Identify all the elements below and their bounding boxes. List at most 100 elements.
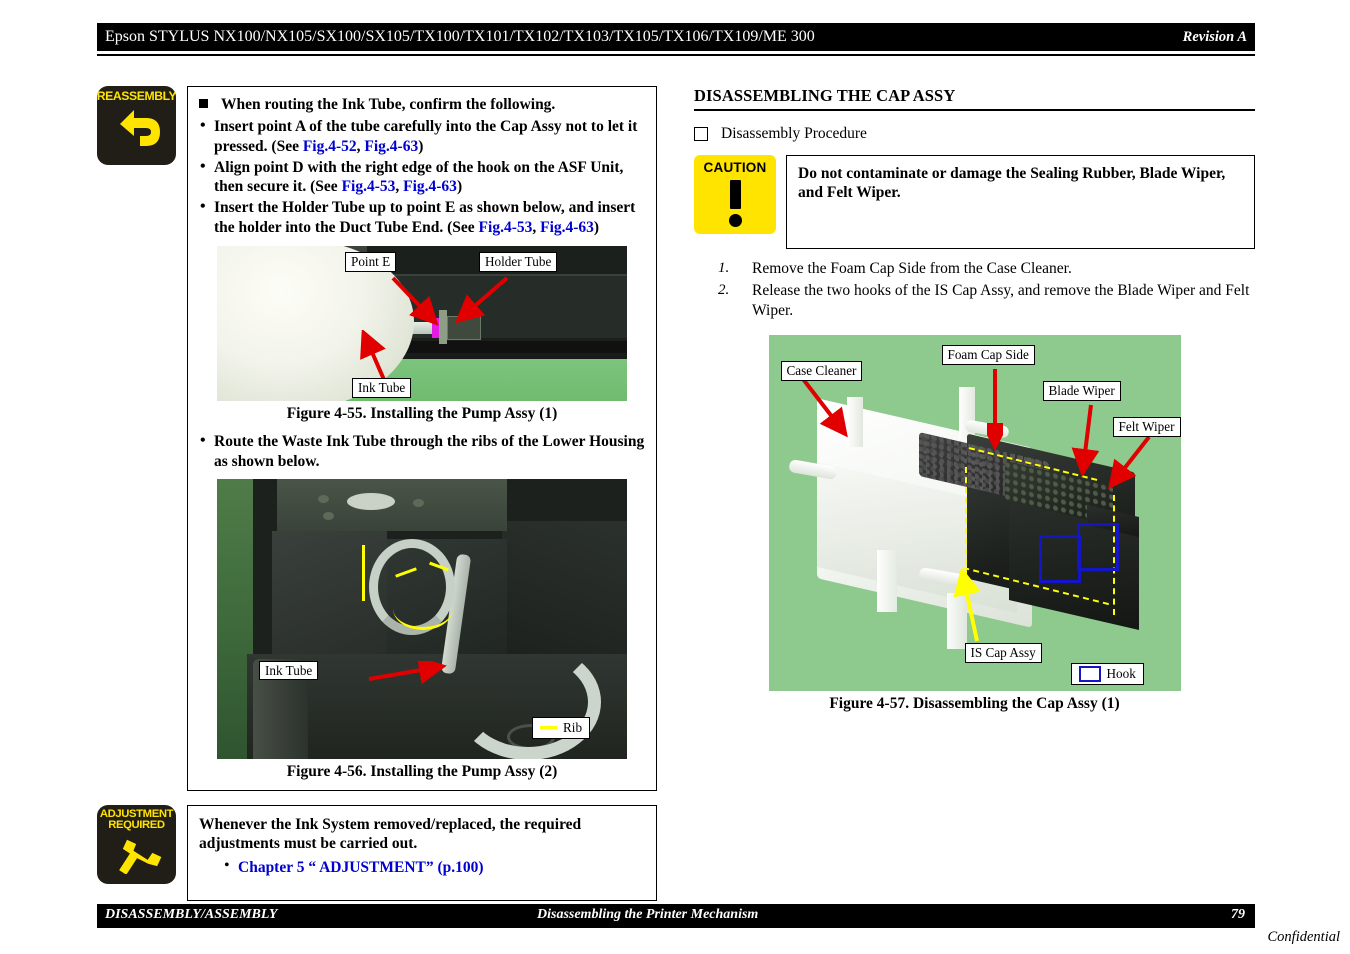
callout-felt-wiper: Felt Wiper <box>1112 417 1181 437</box>
rib-marker-1 <box>362 544 387 601</box>
legend-rib: Rib <box>532 716 591 739</box>
page-footer: DISASSEMBLY/ASSEMBLY Disassembling the P… <box>97 904 1255 928</box>
route-bullet-list: Route the Waste Ink Tube through the rib… <box>199 431 645 471</box>
reassembly-note-box: When routing the Ink Tube, confirm the f… <box>187 86 657 791</box>
procedure-label: Disassembly Procedure <box>721 124 867 142</box>
callout-holder-tube: Holder Tube <box>479 252 558 272</box>
case-cleaner-arrow-icon <box>800 377 848 438</box>
bullet-3-sep: , <box>532 218 541 236</box>
adjustment-link-item: Chapter 5 “ ADJUSTMENT” (p.100) <box>223 857 645 878</box>
step-1-number: 1. <box>718 259 730 276</box>
exclamation-dot-icon <box>728 213 742 227</box>
bullet-3-link-1[interactable]: Fig.4-53 <box>479 219 533 236</box>
legend-hook: Hook <box>1070 663 1144 686</box>
reassembly-icon-label: REASSEMBLY <box>97 89 176 103</box>
callout-is-cap-assy: IS Cap Assy <box>964 643 1042 663</box>
reassembly-bullet-1: Insert point A of the tube carefully int… <box>199 116 645 156</box>
caution-icon: CAUTION <box>694 154 776 234</box>
reassembly-heading: When routing the Ink Tube, confirm the f… <box>221 96 556 113</box>
adjustment-note-box: Whenever the Ink System removed/replaced… <box>187 804 657 901</box>
section-title: DISASSEMBLING THE CAP ASSY <box>694 86 956 105</box>
step-2: 2. Release the two hooks of the IS Cap A… <box>694 281 1255 321</box>
reassembly-bullet-2: Align point D with the right edge of the… <box>199 157 645 197</box>
bullet-2-sep: , <box>395 178 404 196</box>
exclamation-bar-icon <box>729 179 741 209</box>
adjustment-icon-label-2: REQUIRED <box>108 819 165 832</box>
figure-4-57: Case Cleaner Foam Cap Side Blade Wiper F… <box>694 335 1255 713</box>
confidential-label: Confidential <box>1267 929 1341 945</box>
adjustment-chapter-link[interactable]: Chapter 5 “ ADJUSTMENT” (p.100) <box>238 859 484 876</box>
page-header: Epson STYLUS NX100/NX105/SX100/SX105/TX1… <box>97 23 1255 51</box>
callout-ink-tube-56: Ink Tube <box>259 660 319 681</box>
bullet-1-link-2[interactable]: Fig.4-63 <box>364 138 418 155</box>
rib-marker-4 <box>393 587 453 630</box>
point-e-arrow-icon <box>391 277 439 327</box>
bullet-1-link-1[interactable]: Fig.4-52 <box>303 138 357 155</box>
figure-4-56: Ink Tube Rib Figure 4-56. Installing the… <box>199 478 645 781</box>
bullet-3-tail: ) <box>593 218 600 236</box>
bullet-2-tail: ) <box>456 178 463 196</box>
adjustment-required-icon: ADJUSTMENT REQUIRED <box>97 804 176 884</box>
callout-point-e: Point E <box>345 252 397 272</box>
figure-4-55-caption: Figure 4-55. Installing the Pump Assy (1… <box>286 405 558 423</box>
footer-subsection: Disassembling the Printer Mechanism <box>537 907 759 922</box>
holder-tube-arrow-icon <box>454 276 509 324</box>
procedure-row: Disassembly Procedure <box>694 125 1255 143</box>
right-column: DISASSEMBLING THE CAP ASSY Disassembly P… <box>694 86 1255 713</box>
step-2-number: 2. <box>718 281 730 298</box>
disassembly-steps: 1. Remove the Foam Cap Side from the Cas… <box>694 259 1255 321</box>
caution-icon-label: CAUTION <box>703 159 767 175</box>
adjustment-icon-label-1: ADJUSTMENT <box>99 807 174 820</box>
figure-4-57-caption: Figure 4-57. Disassembling the Cap Assy … <box>829 695 1120 713</box>
open-square-bullet-icon <box>694 126 708 141</box>
caution-note-box: Do not contaminate or damage the Sealing… <box>786 154 1255 249</box>
footer-section: DISASSEMBLY/ASSEMBLY <box>105 907 278 922</box>
caution-text: Do not contaminate or damage the Sealing… <box>798 164 1226 202</box>
legend-hook-label: Hook <box>1106 666 1136 682</box>
reassembly-icon: REASSEMBLY <box>97 86 176 165</box>
step-1: 1. Remove the Foam Cap Side from the Cas… <box>694 259 1255 279</box>
header-revision: Revision A <box>1182 28 1247 45</box>
left-column: REASSEMBLY When routing the Ink Tube, co… <box>97 86 657 901</box>
ink-tube-arrow-56-icon <box>368 660 447 684</box>
reassembly-note-block: REASSEMBLY When routing the Ink Tube, co… <box>97 86 657 791</box>
figure-4-55: Point E Holder Tube Ink Tube Figure 4-55… <box>199 246 645 423</box>
step-1-text: Remove the Foam Cap Side from the Case C… <box>752 259 1072 277</box>
route-bullet: Route the Waste Ink Tube through the rib… <box>199 431 645 471</box>
caution-note-block: CAUTION Do not contaminate or damage the… <box>694 154 1255 249</box>
callout-case-cleaner: Case Cleaner <box>780 361 863 381</box>
rib-swatch-icon <box>540 726 557 730</box>
bullet-2-link-1[interactable]: Fig.4-53 <box>342 178 396 195</box>
foam-cap-side-arrow-icon <box>986 369 1003 452</box>
bullet-1-text: Insert point A of the tube carefully int… <box>214 118 638 156</box>
figure-4-56-photo: Ink Tube Rib <box>217 478 627 759</box>
header-title: Epson STYLUS NX100/NX105/SX100/SX105/TX1… <box>105 28 815 45</box>
adjustment-text: Whenever the Ink System removed/replaced… <box>199 815 582 853</box>
adjustment-note-block: ADJUSTMENT REQUIRED Whenever the Ink Sys… <box>97 804 657 901</box>
reassembly-bullet-list: Insert point A of the tube carefully int… <box>199 116 645 237</box>
reassembly-bullet-3: Insert the Holder Tube up to point E as … <box>199 197 645 237</box>
bullet-2-link-2[interactable]: Fig.4-63 <box>403 178 457 195</box>
is-cap-assy-arrow-icon <box>952 567 981 642</box>
section-title-divider <box>694 109 1255 111</box>
legend-rib-label: Rib <box>563 719 583 735</box>
square-bullet-icon <box>199 99 208 109</box>
bullet-3-link-2[interactable]: Fig.4-63 <box>540 219 594 236</box>
figure-4-55-photo: Point E Holder Tube Ink Tube <box>217 246 627 402</box>
bullet-1-tail: ) <box>418 138 424 156</box>
felt-wiper-arrow-icon <box>1107 435 1151 490</box>
callout-foam-cap-side: Foam Cap Side <box>941 345 1035 365</box>
step-2-text: Release the two hooks of the IS Cap Assy… <box>752 281 1250 320</box>
blade-wiper-arrow-icon <box>1071 404 1099 478</box>
hook-swatch-icon <box>1078 666 1101 683</box>
figure-4-57-photo: Case Cleaner Foam Cap Side Blade Wiper F… <box>768 335 1181 692</box>
adjustment-link-list: Chapter 5 “ ADJUSTMENT” (p.100) <box>223 857 645 878</box>
reassembly-heading-row: When routing the Ink Tube, confirm the f… <box>199 95 645 114</box>
u-turn-arrow-icon <box>119 110 160 147</box>
wrench-icon <box>118 839 161 874</box>
footer-page-number: 79 <box>1231 907 1245 922</box>
header-divider <box>97 54 1255 56</box>
hook-marker-1 <box>1038 535 1081 584</box>
hook-marker-2 <box>1076 523 1119 572</box>
callout-blade-wiper: Blade Wiper <box>1042 381 1121 401</box>
